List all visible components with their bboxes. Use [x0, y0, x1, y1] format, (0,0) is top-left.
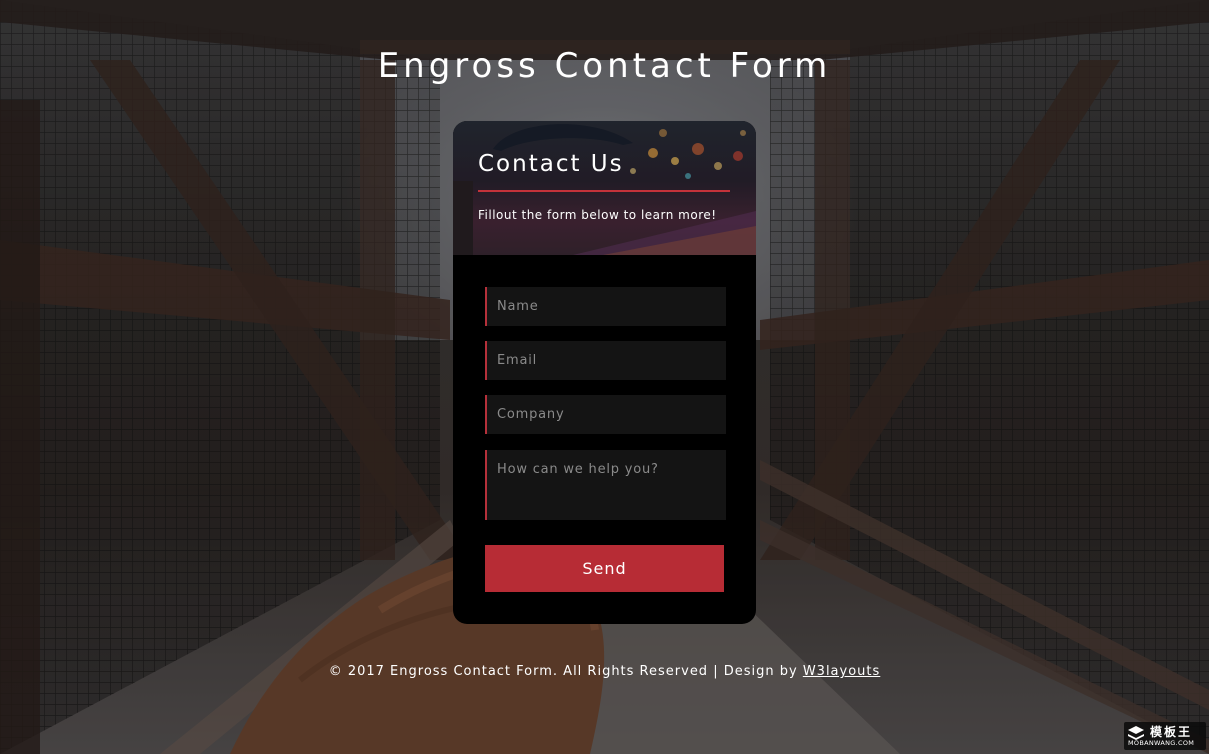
card-header: Contact Us Fillout the form below to lea… [453, 121, 756, 255]
message-textarea[interactable] [485, 450, 726, 520]
card-header-photo [453, 121, 756, 255]
site-watermark: 模板王 MOBANWANG.COM [1124, 722, 1206, 750]
send-button[interactable]: Send [485, 545, 724, 592]
w3layouts-link[interactable]: W3layouts [803, 664, 880, 679]
card-subtitle: Fillout the form below to learn more! [478, 208, 717, 222]
footer: © 2017 Engross Contact Form. All Rights … [0, 664, 1209, 679]
card-title: Contact Us [478, 151, 624, 177]
watermark-domain: MOBANWANG.COM [1128, 739, 1195, 747]
page-title: Engross Contact Form [377, 46, 832, 86]
contact-card: Contact Us Fillout the form below to lea… [453, 121, 756, 624]
watermark-brand: 模板王 [1150, 725, 1193, 739]
copyright-text: © 2017 Engross Contact Form. All Rights … [328, 664, 803, 679]
name-input[interactable] [485, 287, 726, 326]
title-divider [478, 190, 730, 192]
company-input[interactable] [485, 395, 726, 434]
email-input[interactable] [485, 341, 726, 380]
